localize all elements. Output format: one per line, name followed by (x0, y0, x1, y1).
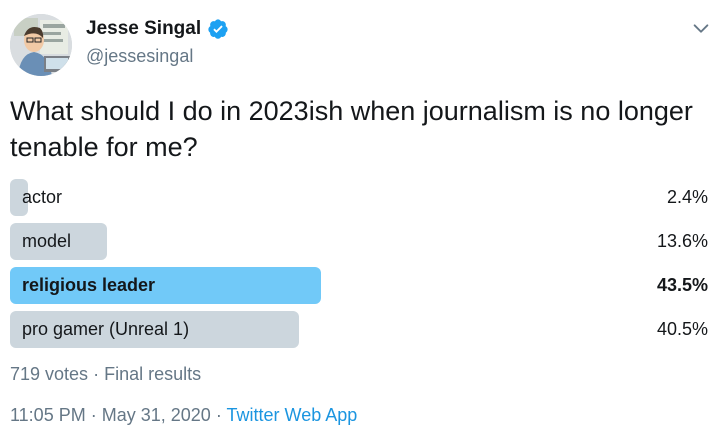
poll-option-label: pro gamer (Unreal 1) (22, 319, 190, 339)
poll-option-actor[interactable]: actor 2.4% (10, 179, 712, 216)
separator: · (90, 405, 97, 425)
poll: actor 2.4% model 13.6% religious leader … (10, 179, 712, 355)
poll-option-label: model (22, 231, 72, 251)
verified-badge-icon (207, 18, 229, 40)
author-name-row: Jesse Singal (86, 18, 229, 40)
poll-meta: 719 votes · Final results (10, 364, 201, 385)
avatar[interactable] (10, 14, 72, 76)
author-handle[interactable]: @jessesingal (86, 46, 193, 67)
poll-option-percent: 13.6% (656, 231, 708, 251)
poll-option-label: actor (22, 187, 63, 207)
poll-option-pro-gamer[interactable]: pro gamer (Unreal 1) 40.5% (10, 311, 712, 348)
poll-status: Final results (104, 364, 202, 384)
poll-option-model[interactable]: model 13.6% (10, 223, 712, 260)
tweet-date[interactable]: May 31, 2020 (102, 405, 211, 425)
poll-vote-count: 719 votes (10, 364, 89, 384)
poll-option-label: religious leader (22, 275, 156, 295)
tweet-time[interactable]: 11:05 PM (10, 405, 86, 425)
tweet-footer: 11:05 PM · May 31, 2020 · Twitter Web Ap… (10, 405, 357, 426)
separator: · (215, 405, 222, 425)
poll-option-percent: 2.4% (666, 187, 708, 207)
avatar-illustration (10, 14, 72, 76)
poll-option-percent: 43.5% (656, 275, 708, 295)
tweet-source-link[interactable]: Twitter Web App (227, 405, 358, 425)
author-display-name[interactable]: Jesse Singal (86, 18, 201, 40)
tweet-header: Jesse Singal @jessesingal (0, 0, 722, 80)
poll-option-percent: 40.5% (656, 319, 708, 339)
tweet-text: What should I do in 2023ish when journal… (10, 96, 693, 162)
separator: · (93, 364, 100, 384)
chevron-down-icon[interactable] (690, 18, 712, 40)
poll-option-religious-leader[interactable]: religious leader 43.5% (10, 267, 712, 304)
